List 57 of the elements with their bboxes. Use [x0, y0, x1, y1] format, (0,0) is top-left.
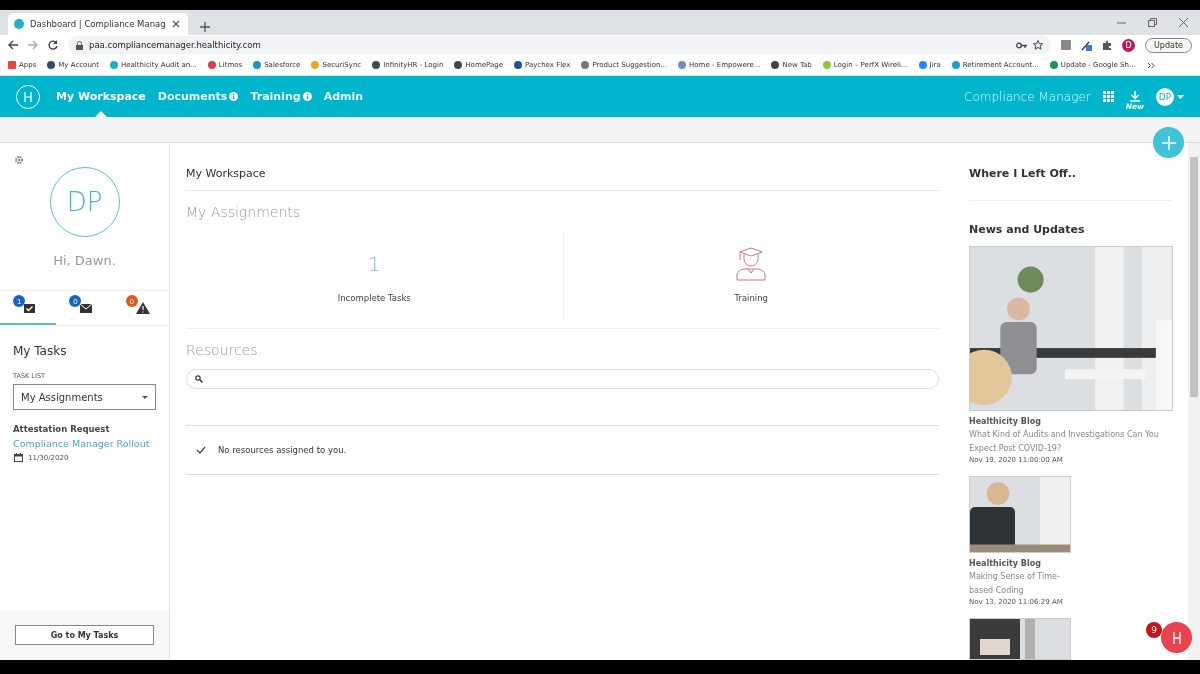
stat-tile[interactable]: 1 Incomplete Tasks	[186, 232, 563, 318]
graduate-icon	[734, 247, 769, 281]
calendar-icon	[14, 453, 23, 462]
article-source: Healthicity Blog	[969, 559, 1042, 568]
task-count: 1	[367, 251, 381, 278]
close-icon[interactable]	[171, 20, 180, 28]
caret-icon	[142, 395, 148, 399]
url-text: paa.compliancemanager.healthicity.com	[89, 40, 262, 50]
settings-icon[interactable]	[14, 155, 24, 165]
count-badge: 1	[13, 295, 26, 307]
sidebar-tab[interactable]: 1	[0, 291, 57, 325]
article-title[interactable]: What Kind of Audits and Investigations Can You Expect Post COVID-19?	[969, 428, 1172, 456]
section-heading: News and Updates	[969, 223, 1086, 236]
key-icon[interactable]	[1016, 41, 1027, 49]
eyedropper-icon[interactable]	[1081, 39, 1092, 51]
reload-icon[interactable]	[48, 40, 58, 50]
section-heading: My Assignments	[186, 204, 302, 220]
brand-name: Compliance Manager	[964, 89, 1091, 104]
close-icon[interactable]	[1179, 18, 1188, 27]
apps-grid-icon[interactable]	[1102, 91, 1114, 102]
sidebar-tab[interactable]: 0	[112, 291, 169, 325]
count-badge: 0	[69, 295, 82, 307]
section-title: My Tasks	[13, 344, 68, 358]
back-icon[interactable]	[8, 40, 18, 50]
task-type: Attestation Request	[13, 424, 111, 434]
browser-tab[interactable]: Dashboard | Compliance Manag	[8, 13, 188, 35]
search-icon	[195, 375, 203, 383]
page-title: My Workspace	[186, 143, 939, 191]
empty-message: No resources assigned to you.	[218, 445, 347, 455]
address-bar[interactable]: paa.compliancemanager.healthicity.com	[68, 36, 1051, 54]
greeting: Hi, Dawn.	[53, 253, 116, 268]
check-icon	[196, 446, 206, 454]
stat-label: Training	[734, 293, 768, 303]
lock-icon	[76, 40, 83, 50]
go-to-tasks-button[interactable]: Go to My Tasks	[15, 625, 154, 645]
count-badge: 0	[125, 295, 138, 307]
new-tab-icon[interactable]	[200, 22, 210, 32]
star-icon[interactable]	[1033, 40, 1043, 50]
caret-icon[interactable]	[1177, 94, 1184, 99]
stat-label: Incomplete Tasks	[337, 293, 411, 303]
download-icon[interactable]	[1129, 90, 1140, 102]
tab-title: Dashboard | Compliance Manag	[30, 19, 166, 29]
scrollbar[interactable]	[1188, 143, 1200, 660]
sidebar-tab[interactable]: 0	[56, 291, 113, 325]
favicon-icon	[14, 19, 24, 29]
article-source: Healthicity Blog	[969, 417, 1042, 426]
profile-avatar[interactable]: D	[1122, 38, 1135, 52]
restore-icon[interactable]	[1148, 18, 1157, 27]
task-list-dropdown[interactable]: My Assignments	[13, 384, 156, 410]
puzzle-icon[interactable]	[1102, 40, 1112, 50]
plus-icon	[1161, 135, 1176, 150]
update-button[interactable]: Update	[1145, 37, 1192, 53]
article-title[interactable]: Making Sense of Time-based Coding	[969, 570, 1069, 598]
section-heading: Resources	[186, 342, 259, 358]
forward-icon[interactable]	[28, 40, 38, 50]
stat-tile[interactable]: Training	[562, 232, 939, 318]
more-icon[interactable]	[1146, 61, 1155, 69]
